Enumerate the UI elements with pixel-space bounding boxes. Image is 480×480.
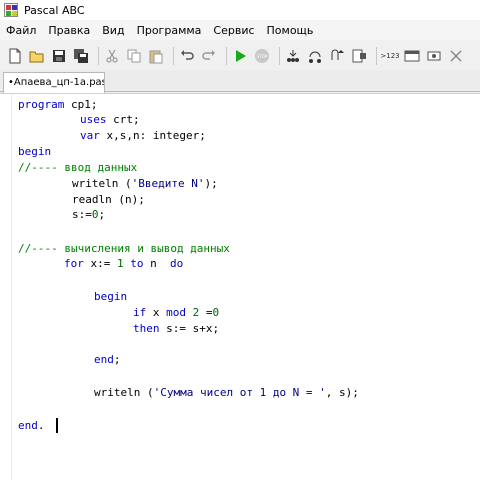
tab-file[interactable]: •Апаева_цп-1а.pas bbox=[3, 72, 105, 93]
code-line: uses crt; bbox=[80, 113, 140, 126]
code-line: writeln ('Сумма чисел от 1 до N = ', s); bbox=[94, 386, 359, 399]
step-out-icon[interactable] bbox=[328, 47, 346, 65]
save-icon[interactable] bbox=[50, 47, 68, 65]
code-editor[interactable]: program cp1; uses crt; var x,s,n: intege… bbox=[0, 93, 480, 480]
counter-button[interactable]: >123 bbox=[380, 47, 400, 65]
code-line: readln (n); bbox=[72, 193, 145, 206]
undo-icon[interactable] bbox=[178, 47, 196, 65]
text-caret bbox=[56, 418, 58, 433]
pascal-abc-logo-icon bbox=[4, 3, 18, 17]
code-line: for x:= 1 to n do bbox=[64, 257, 184, 270]
redo-icon[interactable] bbox=[200, 47, 218, 65]
toolbar-separator bbox=[376, 47, 377, 65]
code-line: writeln ('Введите N'); bbox=[72, 177, 218, 190]
code-line: then s:= s+x; bbox=[133, 322, 220, 335]
toolbar: STOP >123 bbox=[0, 42, 480, 70]
menu-help[interactable]: Помощь bbox=[261, 24, 320, 37]
code-line: var x,s,n: integer; bbox=[80, 129, 206, 142]
tab-bar: •Апаева_цп-1а.pas bbox=[0, 70, 480, 93]
code-line: //---- ввод данных bbox=[18, 161, 138, 174]
toolbar-separator bbox=[98, 47, 99, 65]
menu-program[interactable]: Программа bbox=[131, 24, 208, 37]
code-line: s:=0; bbox=[72, 208, 106, 221]
watch-icon[interactable] bbox=[350, 47, 368, 65]
code-line: end; bbox=[94, 353, 121, 366]
toolbar-separator bbox=[226, 47, 227, 65]
code-line: if x mod 2 =0 bbox=[133, 306, 220, 319]
menu-service[interactable]: Сервис bbox=[207, 24, 260, 37]
code-line: begin bbox=[94, 290, 128, 303]
close-icon[interactable] bbox=[447, 47, 465, 65]
counter-label: >123 bbox=[380, 52, 400, 60]
menu-edit[interactable]: Правка bbox=[42, 24, 96, 37]
menu-file[interactable]: Файл bbox=[0, 24, 42, 37]
step-into-icon[interactable] bbox=[284, 47, 302, 65]
step-over-icon[interactable] bbox=[306, 47, 324, 65]
stop-icon[interactable]: STOP bbox=[253, 47, 271, 65]
code-line: begin bbox=[18, 145, 52, 158]
settings-icon[interactable] bbox=[425, 47, 443, 65]
new-file-icon[interactable] bbox=[6, 47, 24, 65]
cut-icon[interactable] bbox=[103, 47, 121, 65]
svg-text:STOP: STOP bbox=[257, 54, 268, 59]
paste-icon[interactable] bbox=[147, 47, 165, 65]
title-bar: Pascal ABC bbox=[0, 0, 480, 20]
editor-content[interactable]: program cp1; uses crt; var x,s,n: intege… bbox=[0, 94, 480, 480]
toolbar-separator bbox=[279, 47, 280, 65]
form-window-icon[interactable] bbox=[403, 47, 421, 65]
menu-view[interactable]: Вид bbox=[96, 24, 130, 37]
copy-icon[interactable] bbox=[125, 47, 143, 65]
toolbar-separator bbox=[173, 47, 174, 65]
open-file-icon[interactable] bbox=[28, 47, 46, 65]
code-line: end. bbox=[18, 419, 45, 432]
window-title: Pascal ABC bbox=[24, 3, 85, 17]
menu-bar: Файл Правка Вид Программа Сервис Помощь bbox=[0, 20, 480, 40]
run-icon[interactable] bbox=[231, 47, 249, 65]
save-all-icon[interactable] bbox=[72, 47, 90, 65]
code-line: program cp1; bbox=[18, 98, 98, 111]
code-line: //---- вычисления и вывод данных bbox=[18, 242, 230, 255]
